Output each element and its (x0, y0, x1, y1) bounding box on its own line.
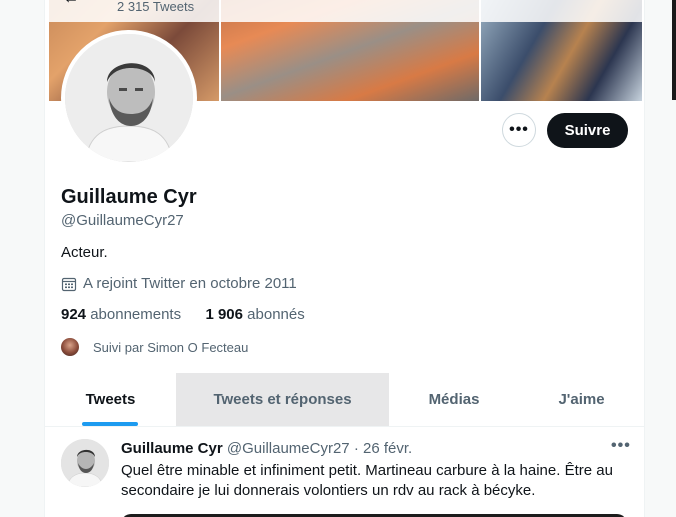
tweet-header: Guillaume Cyr @GuillaumeCyr27 · 26 févr. (121, 440, 412, 457)
arrow-left-icon[interactable]: ← (63, 0, 79, 8)
following-link[interactable]: 924 abonnements (61, 306, 181, 323)
tab-tweets[interactable]: Tweets (45, 373, 176, 426)
followed-by-text: Suivi par Simon O Fecteau (93, 339, 249, 355)
follow-button[interactable]: Suivre (547, 113, 628, 148)
tab-replies-label: Tweets et réponses (213, 391, 352, 408)
profile-column: ← 2 315 Tweets ••• Suivre Guillaume Cyr … (44, 0, 645, 517)
tweet-date[interactable]: 26 févr. (363, 440, 412, 457)
profile-avatar[interactable] (61, 30, 197, 166)
tweet-text: Quel être minable et infiniment petit. M… (121, 462, 613, 499)
tab-likes-label: J'aime (558, 391, 605, 408)
tweet-count: 2 315 Tweets (117, 0, 195, 14)
profile-name: Guillaume Cyr (61, 186, 197, 208)
profile-tabs: Tweets Tweets et réponses Médias J'aime (45, 373, 644, 427)
more-dots-icon[interactable]: ••• (611, 437, 631, 455)
tab-media[interactable]: Médias (389, 373, 519, 426)
followers-link[interactable]: 1 906 abonnés (205, 306, 304, 323)
profile-handle: @GuillaumeCyr27 (61, 212, 184, 229)
followers-label: abonnés (247, 306, 305, 323)
calendar-icon (61, 277, 77, 291)
page-edge (672, 0, 676, 100)
tab-tweets-and-replies[interactable]: Tweets et réponses (176, 373, 389, 426)
profile-header-bar: ← 2 315 Tweets (45, 0, 644, 22)
profile-bio: Acteur. (61, 244, 108, 261)
following-count: 924 (61, 306, 87, 323)
more-options-button[interactable]: ••• (502, 113, 536, 147)
more-dots-icon: ••• (509, 121, 529, 138)
tweet-author-name[interactable]: Guillaume Cyr (121, 440, 223, 457)
active-tab-indicator (82, 422, 138, 426)
followed-by[interactable]: Suivi par Simon O Fecteau (61, 338, 248, 356)
tab-tweets-label: Tweets (85, 391, 136, 408)
profile-stats: 924 abonnements 1 906 abonnés (61, 306, 305, 323)
profile-joined: A rejoint Twitter en octobre 2011 (61, 275, 297, 292)
tweet-author-avatar[interactable] (61, 439, 109, 487)
tweet-author-handle[interactable]: @GuillaumeCyr27 (227, 440, 350, 457)
joined-text: A rejoint Twitter en octobre 2011 (83, 275, 297, 292)
follower-avatar (61, 338, 79, 356)
following-label: abonnements (90, 306, 182, 323)
tab-media-label: Médias (428, 391, 480, 408)
avatar-portrait (65, 34, 193, 162)
tweet-separator: · (353, 440, 359, 457)
tab-likes[interactable]: J'aime (519, 373, 644, 426)
tweet-avatar-portrait (61, 439, 109, 487)
tweet-item[interactable]: Guillaume Cyr @GuillaumeCyr27 · 26 févr.… (45, 427, 644, 517)
followers-count: 1 906 (205, 306, 243, 323)
